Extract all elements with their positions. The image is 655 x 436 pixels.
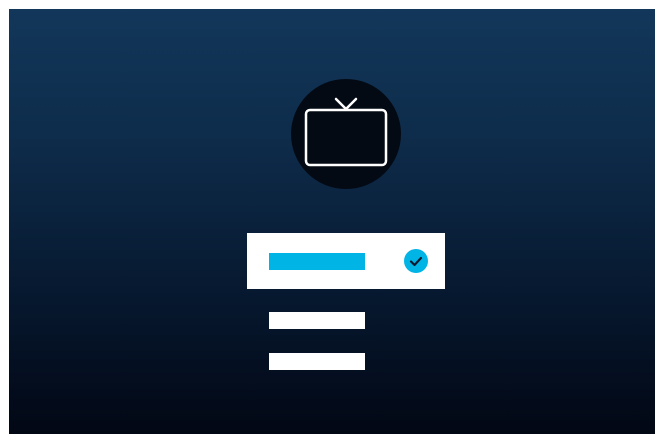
option-2[interactable] — [269, 312, 365, 329]
option-1-selected[interactable] — [247, 233, 445, 289]
tv-icon — [304, 97, 388, 167]
tv-selection-screen — [9, 9, 655, 434]
option-3[interactable] — [269, 353, 365, 370]
check-circle-icon — [404, 249, 428, 273]
option-1-label-placeholder — [269, 253, 365, 270]
tv-icon-badge — [291, 79, 401, 189]
